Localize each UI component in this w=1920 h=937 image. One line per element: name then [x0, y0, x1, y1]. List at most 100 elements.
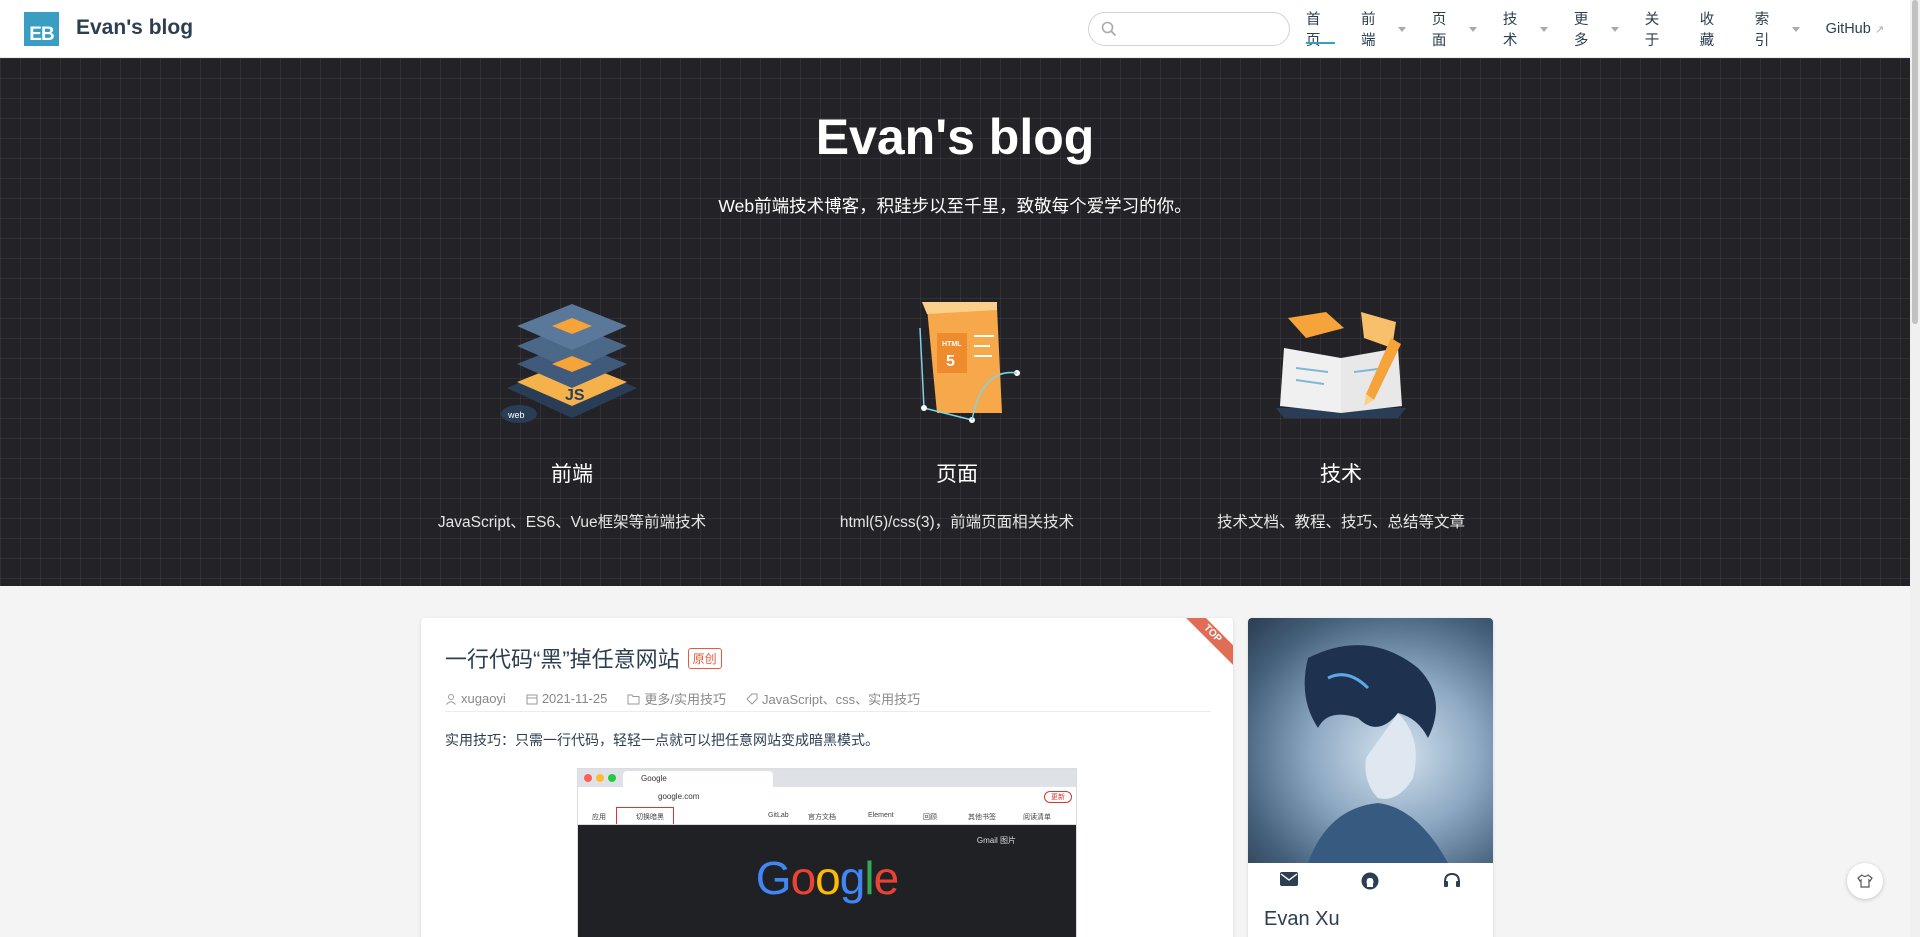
nav-label: 前端 — [1360, 12, 1376, 49]
post-card: TOP 一行代码“黑”掉任意网站 原创 xugaoyi 2021-11-25 更… — [421, 618, 1233, 937]
nav-item-more[interactable]: 更多 — [1574, 0, 1619, 58]
bookmark-item: 官方文档 — [808, 814, 836, 821]
nav-item-about[interactable]: 关于 — [1645, 0, 1674, 58]
nav-item-github[interactable]: GitHub ↗ — [1826, 0, 1884, 58]
feature-description: html(5)/css(3)，前端页面相关技术 — [839, 514, 1075, 531]
external-link-icon: ↗ — [1874, 23, 1885, 36]
chevron-down-icon — [1539, 26, 1548, 32]
social-links — [1248, 872, 1493, 895]
chevron-down-icon — [1610, 26, 1619, 32]
post-date: 2021-11-25 — [526, 686, 608, 711]
tag-icon — [746, 693, 758, 705]
google-logo: Google — [755, 852, 899, 904]
feature-title: 前端 — [551, 463, 593, 486]
bookmark-item: 应用 — [592, 814, 606, 821]
feature-description: 技术文档、教程、技巧、总结等文章 — [1216, 514, 1465, 531]
feature-frontend[interactable]: JS web 前端 JavaScript、ES6、Vue框架等前端技术 — [382, 288, 762, 532]
browser-address-bar: google.com 更新 — [578, 787, 1076, 807]
nav-label: 索引 — [1754, 12, 1770, 49]
post-category[interactable]: 更多/实用技巧 — [627, 686, 726, 711]
profile-name: Evan Xu — [1264, 908, 1340, 930]
bookmark-item: 阅读清单 — [1023, 814, 1051, 821]
nav-item-home[interactable]: 首页 — [1306, 0, 1335, 58]
maximize-dot-icon — [608, 774, 616, 782]
post-screenshot: Google google.com 更新 应用 切换暗黑 GitLab 官方文档… — [577, 768, 1077, 937]
hero-description: Web前端技术博客，积跬步以至千里，致敬每个爱学习的你。 — [718, 196, 1192, 216]
post-tags[interactable]: JavaScript、css、实用技巧 — [746, 686, 920, 711]
site-name[interactable]: Evan's blog — [76, 16, 193, 40]
update-button: 更新 — [1044, 791, 1072, 803]
feature-description: JavaScript、ES6、Vue框架等前端技术 — [437, 514, 707, 531]
post-author[interactable]: xugaoyi — [445, 686, 506, 711]
post-summary: 实用技巧：只需一行代码，轻轻一点就可以把任意网站变成暗黑模式。 — [445, 732, 879, 748]
nav-label: 收藏 — [1699, 12, 1715, 49]
nav-item-tech[interactable]: 技术 — [1503, 0, 1548, 58]
original-badge: 原创 — [687, 647, 722, 669]
bookmarks-bar: 应用 切换暗黑 GitLab 官方文档 Element 回顾 其他书签 阅读清单 — [578, 807, 1076, 825]
post-title-text[interactable]: 一行代码“黑”掉任意网站 — [445, 642, 680, 674]
js-layers-illustration: JS web — [497, 288, 647, 438]
search-icon — [1101, 21, 1117, 42]
nav-label: 技术 — [1502, 12, 1518, 49]
nav-item-favorites[interactable]: 收藏 — [1700, 0, 1729, 58]
calendar-icon — [526, 694, 538, 704]
bookmark-item: GitLab — [768, 812, 789, 819]
author-name[interactable]: xugaoyi — [461, 691, 506, 706]
folder-icon — [627, 694, 640, 704]
feature-tech[interactable]: 技术 技术文档、教程、技巧、总结等文章 — [1151, 288, 1531, 532]
browser-tabbar: Google — [578, 769, 1076, 787]
feature-title: 页面 — [936, 463, 978, 486]
site-logo[interactable]: EB — [24, 12, 59, 46]
navbar: EB Evan's blog 首页 前端 页面 技术 更多 关于 收藏 索引 G… — [0, 0, 1910, 58]
nav-label: 首页 — [1306, 12, 1321, 49]
svg-text:HTML: HTML — [942, 341, 962, 348]
page-scrollbar[interactable] — [1910, 0, 1920, 937]
svg-text:web: web — [507, 410, 525, 420]
nav-label: 关于 — [1644, 12, 1660, 49]
minimize-dot-icon — [596, 774, 604, 782]
bookmark-item: 回顾 — [923, 814, 937, 821]
feature-title: 技术 — [1320, 463, 1362, 486]
chevron-down-icon — [1791, 26, 1800, 32]
chevron-down-icon — [1397, 26, 1406, 32]
category-text[interactable]: 更多/实用技巧 — [644, 689, 726, 708]
nav-item-frontend[interactable]: 前端 — [1361, 0, 1406, 58]
nav-links: 首页 前端 页面 技术 更多 关于 收藏 索引 GitHub ↗ — [1306, 0, 1910, 58]
html5-board-illustration: HTML 5 — [882, 288, 1032, 438]
date-text: 2021-11-25 — [541, 691, 608, 706]
bookmark-item: Element — [868, 812, 894, 819]
tags-text[interactable]: JavaScript、css、实用技巧 — [762, 689, 920, 708]
mail-icon[interactable] — [1279, 872, 1298, 895]
chevron-down-icon — [1468, 26, 1477, 32]
browser-url: google.com — [658, 792, 700, 801]
shirt-icon — [1857, 874, 1873, 888]
post-meta: xugaoyi 2021-11-25 更多/实用技巧 JavaScript、cs… — [445, 686, 1211, 712]
close-dot-icon — [584, 774, 592, 782]
feature-pages[interactable]: HTML 5 页面 html(5)/css(3)，前端页面相关技术 — [767, 288, 1147, 532]
hero-title: Evan's blog — [815, 109, 1095, 165]
post-title[interactable]: 一行代码“黑”掉任意网站 原创 — [445, 642, 722, 674]
headphones-icon[interactable] — [1443, 872, 1461, 895]
nav-item-index[interactable]: 索引 — [1755, 0, 1800, 58]
gmail-link: Gmail 图片 — [976, 836, 1016, 845]
open-book-illustration — [1266, 288, 1416, 438]
highlight-box — [616, 807, 674, 824]
nav-item-pages[interactable]: 页面 — [1432, 0, 1477, 58]
scrollbar-thumb[interactable] — [1912, 0, 1918, 324]
search-input[interactable] — [1088, 12, 1290, 46]
browser-tab: Google — [623, 771, 773, 787]
top-ribbon: TOP — [1175, 618, 1233, 671]
nav-label: GitHub — [1825, 21, 1871, 37]
nav-label: 更多 — [1573, 12, 1589, 49]
avatar — [1248, 618, 1493, 863]
github-icon[interactable] — [1361, 872, 1379, 895]
theme-toggle-button[interactable] — [1847, 863, 1883, 899]
user-icon — [446, 693, 456, 705]
dark-page: Gmail 图片 Google — [578, 825, 1076, 937]
hero-banner: Evan's blog Web前端技术博客，积跬步以至千里，致敬每个爱学习的你。… — [0, 58, 1910, 586]
svg-text:5: 5 — [946, 353, 955, 370]
profile-card: Evan Xu — [1248, 618, 1493, 937]
bookmark-item: 其他书签 — [968, 814, 996, 821]
nav-label: 页面 — [1431, 12, 1447, 49]
svg-text:JS: JS — [565, 387, 585, 404]
